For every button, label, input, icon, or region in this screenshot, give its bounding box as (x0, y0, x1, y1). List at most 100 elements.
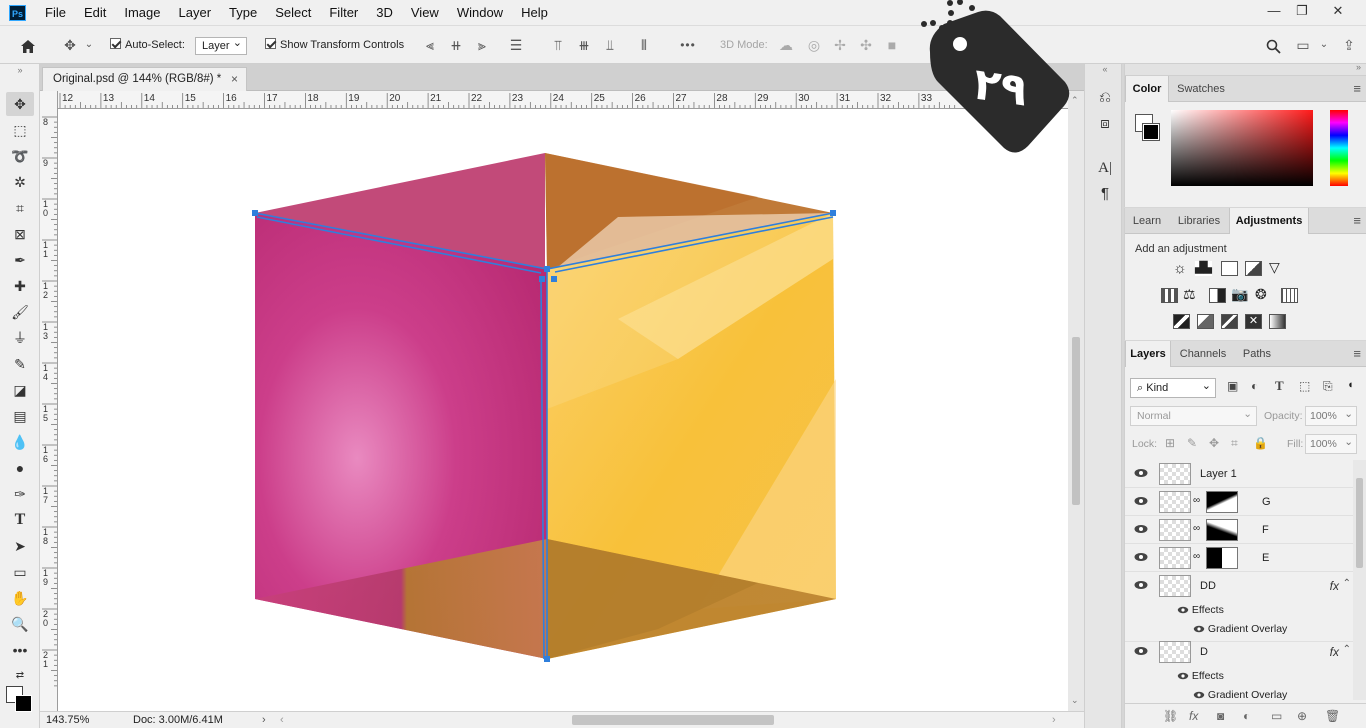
filter-toggle-icon[interactable]: ◖ (1347, 379, 1354, 391)
add-mask-icon[interactable]: ◙ (1217, 702, 1224, 728)
eraser-icon[interactable]: ◪ (6, 378, 34, 402)
menu-filter[interactable]: Filter (320, 0, 367, 26)
history-brush-icon[interactable]: ✎ (6, 352, 34, 376)
lock-position-icon[interactable]: ✥ (1209, 436, 1219, 450)
frame-tool-icon[interactable]: ⊠ (6, 222, 34, 246)
delete-layer-icon[interactable]: 🗑 (1325, 702, 1340, 728)
lock-artboard-icon[interactable]: ⌗ (1231, 436, 1238, 451)
slide-icon[interactable]: ✣ (856, 26, 876, 64)
stamp-tool-icon[interactable]: ⏚ (6, 326, 34, 350)
new-adjustment-icon[interactable]: ◐ (1243, 702, 1250, 728)
path-selection-icon[interactable]: ➤ (6, 534, 34, 558)
lock-brush-icon[interactable]: ✎ (1187, 436, 1197, 450)
show-transform-checkbox[interactable]: Show Transform Controls (265, 26, 404, 64)
layer-mask-thumbnail[interactable] (1206, 491, 1238, 513)
new-group-icon[interactable]: ▭ (1271, 702, 1282, 728)
layer-name[interactable]: DD (1200, 572, 1216, 600)
visibility-eye-icon[interactable] (1134, 580, 1148, 590)
paragraph-icon[interactable]: ¶ (1095, 184, 1115, 204)
layer-row[interactable]: ∞ E (1125, 544, 1353, 572)
lock-all-icon[interactable]: 🔒 (1253, 436, 1268, 450)
hand-tool-icon[interactable]: ✋ (6, 586, 34, 610)
invert-icon[interactable] (1173, 314, 1190, 329)
share-icon[interactable]: ⇪ (1338, 26, 1360, 64)
history-icon[interactable]: ⎌ (1095, 88, 1115, 108)
align-right-icon[interactable]: ⫸ (472, 26, 492, 64)
link-icon[interactable]: ∞ (1193, 495, 1200, 506)
visibility-eye-icon[interactable] (1134, 468, 1148, 478)
bg-swatch[interactable] (1142, 123, 1160, 141)
scroll-right-icon[interactable]: › (1052, 712, 1056, 728)
auto-select-dropdown[interactable]: Layer (195, 35, 247, 55)
filter-smart-object-icon[interactable]: ⎘ (1323, 379, 1333, 394)
visibility-eye-icon[interactable] (1193, 625, 1205, 633)
magic-wand-icon[interactable]: ✲ (6, 170, 34, 194)
chevron-down-icon[interactable]: ⌄ (1318, 26, 1330, 64)
visibility-eye-icon[interactable] (1134, 646, 1148, 656)
distribute-icon[interactable]: ☰ (506, 26, 526, 64)
scale-icon[interactable]: ■ (882, 26, 902, 64)
scroll-down-icon[interactable]: ⌄ (1071, 695, 1079, 706)
layers-scrollbar[interactable] (1353, 460, 1366, 700)
effect-row[interactable]: Gradient Overlay (1193, 689, 1287, 700)
restore-button[interactable]: ❐ (1288, 0, 1316, 22)
more-options-icon[interactable]: ••• (676, 26, 700, 64)
visibility-eye-icon[interactable] (1134, 552, 1148, 562)
layer-name[interactable]: G (1262, 488, 1271, 516)
visibility-eye-icon[interactable] (1177, 672, 1189, 680)
vibrance-icon[interactable]: ▽ (1269, 259, 1280, 276)
panel-menu-icon[interactable]: ≡ (1353, 81, 1361, 96)
fill-input[interactable]: 100% ⌄ (1305, 434, 1357, 454)
vertical-scrollbar[interactable]: ⌃ ⌄ (1068, 91, 1084, 711)
more-tools-icon[interactable]: ••• (6, 638, 34, 662)
channel-mixer-icon[interactable]: ❂ (1255, 286, 1267, 303)
align-bottom-icon[interactable]: ⫫ (600, 26, 620, 64)
effect-row[interactable]: Gradient Overlay (1193, 623, 1287, 635)
brush-tool-icon[interactable]: 🖌 (6, 300, 34, 324)
close-tab-icon[interactable]: × (231, 68, 238, 91)
opacity-input[interactable]: 100% ⌄ (1305, 406, 1357, 426)
effects-row[interactable]: Effects (1177, 670, 1224, 682)
canvas[interactable] (58, 109, 1068, 711)
layer-row[interactable]: ∞ F (1125, 516, 1353, 544)
menu-layer[interactable]: Layer (170, 0, 221, 26)
align-top-icon[interactable]: ⫪ (548, 26, 568, 64)
move-tool-icon[interactable]: ✥ (58, 26, 82, 64)
marquee-tool-icon[interactable]: ⬚ (6, 118, 34, 142)
layer-row[interactable]: ∞ G (1125, 488, 1353, 516)
search-icon[interactable] (1262, 26, 1284, 64)
layer-row[interactable]: D fx ⌃ (1125, 638, 1353, 666)
add-style-icon[interactable]: fx (1189, 702, 1198, 728)
fx-icon[interactable]: fx (1330, 638, 1339, 666)
home-icon[interactable] (14, 26, 42, 64)
swap-colors-icon[interactable]: ⇄ (6, 664, 34, 688)
workspace-icon[interactable]: ▭ (1292, 26, 1314, 64)
align-middle-icon[interactable]: ⧻ (574, 26, 594, 64)
filter-pixel-icon[interactable]: ▣ (1227, 379, 1238, 393)
panel-menu-icon[interactable]: ≡ (1353, 346, 1361, 361)
distribute-vertical-icon[interactable]: ⦀ (634, 26, 654, 64)
menu-select[interactable]: Select (266, 0, 320, 26)
levels-icon[interactable]: ▟▙ (1195, 261, 1212, 276)
crop-tool-icon[interactable]: ⌗ (6, 196, 34, 220)
tab-libraries[interactable]: Libraries (1171, 208, 1227, 234)
scrollbar-thumb[interactable] (1356, 478, 1363, 568)
background-color-swatch[interactable] (15, 695, 32, 712)
pan-icon[interactable]: ✢ (830, 26, 850, 64)
filter-type-icon[interactable]: T (1275, 378, 1284, 394)
panel-menu-icon[interactable]: ≡ (1353, 213, 1361, 228)
chevron-up-icon[interactable]: ⌃ (1343, 644, 1351, 655)
collapse-icon[interactable]: » (6, 66, 34, 75)
roll-icon[interactable]: ◎ (804, 26, 824, 64)
orbit-icon[interactable]: ☁ (776, 26, 796, 64)
layer-row[interactable]: Layer 1 (1125, 460, 1353, 488)
threshold-icon[interactable] (1221, 314, 1238, 329)
link-icon[interactable]: ∞ (1193, 523, 1200, 534)
new-layer-icon[interactable]: ⊕ (1297, 702, 1307, 728)
checkbox-icon[interactable] (110, 38, 121, 49)
lock-transparent-icon[interactable]: ⊞ (1165, 436, 1175, 450)
posterize-icon[interactable] (1197, 314, 1214, 329)
filter-shape-icon[interactable]: ⬚ (1299, 379, 1310, 393)
tab-adjustments[interactable]: Adjustments (1229, 208, 1309, 234)
tab-learn[interactable]: Learn (1125, 208, 1169, 234)
